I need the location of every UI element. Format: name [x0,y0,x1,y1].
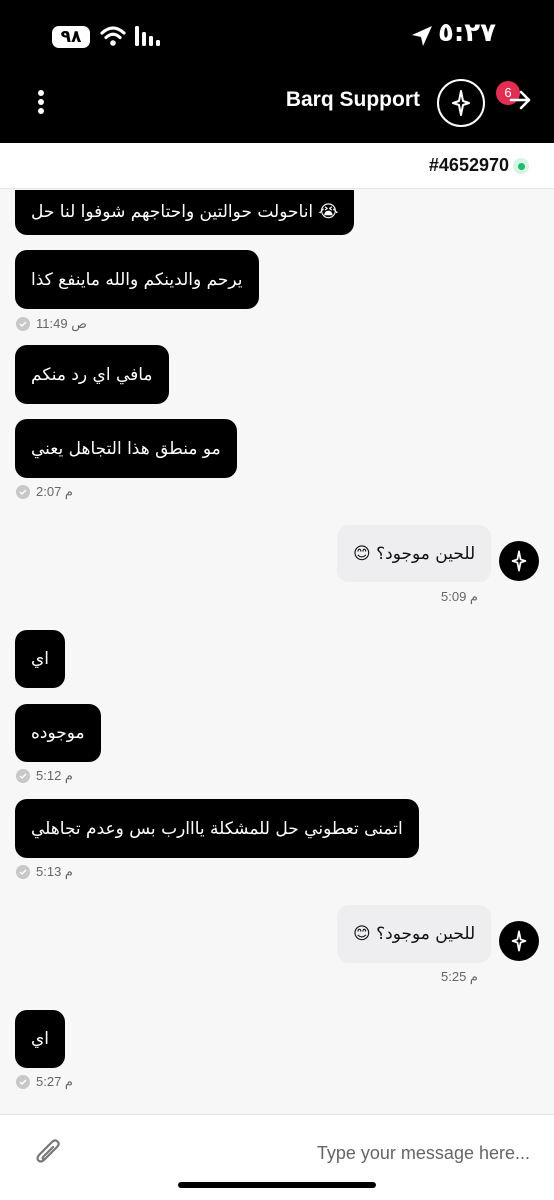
paperclip-icon[interactable] [34,1137,64,1169]
support-avatar [437,79,485,127]
message-meta: 5:09 م [441,589,478,605]
message-time: 5:27 م [36,1074,73,1089]
battery-icon: ٩٨ [52,26,90,48]
user-message: 😭 اناحولت حوالتين واحتاجهم شوفوا لنا حل [15,190,355,235]
wifi-icon [100,26,126,46]
message-meta: 5:25 م [441,969,478,985]
read-check-icon [16,485,30,499]
user-message: مافي اي رد منكم [15,345,169,404]
user-message: اي [15,630,66,688]
agent-avatar [499,921,539,961]
online-status-icon [513,158,529,174]
message-meta: 2:07 م [16,484,73,500]
spark-icon [511,930,527,952]
message-time: 5:09 م [441,589,478,604]
user-message: موجوده [15,704,101,762]
more-options-icon[interactable] [30,88,52,118]
read-check-icon [16,1075,30,1089]
ticket-bar: #4652970 [0,143,554,189]
spark-icon [511,550,527,572]
read-check-icon [16,769,30,783]
message-time: 2:07 م [36,484,73,499]
agent-message: للحين موجود؟ 😊 [337,905,492,963]
user-message: مو منطق هذا التجاهل يعني [15,419,237,478]
agent-message: للحين موجود؟ 😊 [337,525,492,582]
status-bar: ٩٨ ٥:٢٧ [0,0,554,72]
message-time: 11:49 ص [36,316,87,331]
top-bar: ٩٨ ٥:٢٧ Barq Support 6 [0,0,554,143]
message-time: 5:13 م [36,864,73,879]
user-message: اي [15,1010,66,1068]
read-check-icon [16,317,30,331]
read-check-icon [16,865,30,879]
location-arrow-icon [412,26,432,46]
status-time: ٥:٢٧ [438,18,497,48]
agent-avatar [499,541,539,581]
message-time: 5:12 م [36,768,73,783]
message-meta: 11:49 ص [16,316,87,332]
user-message: اتمنى تعطوني حل للمشكلة يااارب بس وعدم ت… [15,799,419,858]
home-indicator [178,1182,376,1188]
message-meta: 5:12 م [16,768,73,784]
message-input[interactable] [90,1135,530,1171]
message-thread[interactable]: 😭 اناحولت حوالتين واحتاجهم شوفوا لنا حل … [0,190,554,1112]
message-time: 5:25 م [441,969,478,984]
chat-title: Barq Support [285,88,420,111]
message-meta: 5:13 م [16,864,73,880]
message-meta: 5:27 م [16,1074,73,1090]
cellular-signal-icon [135,26,160,46]
ticket-id: #4652970 [428,155,509,175]
spark-icon [452,90,470,116]
user-message: يرحم والدينكم والله ماينفع كذا [15,250,259,309]
arrow-right-icon[interactable] [508,88,532,112]
